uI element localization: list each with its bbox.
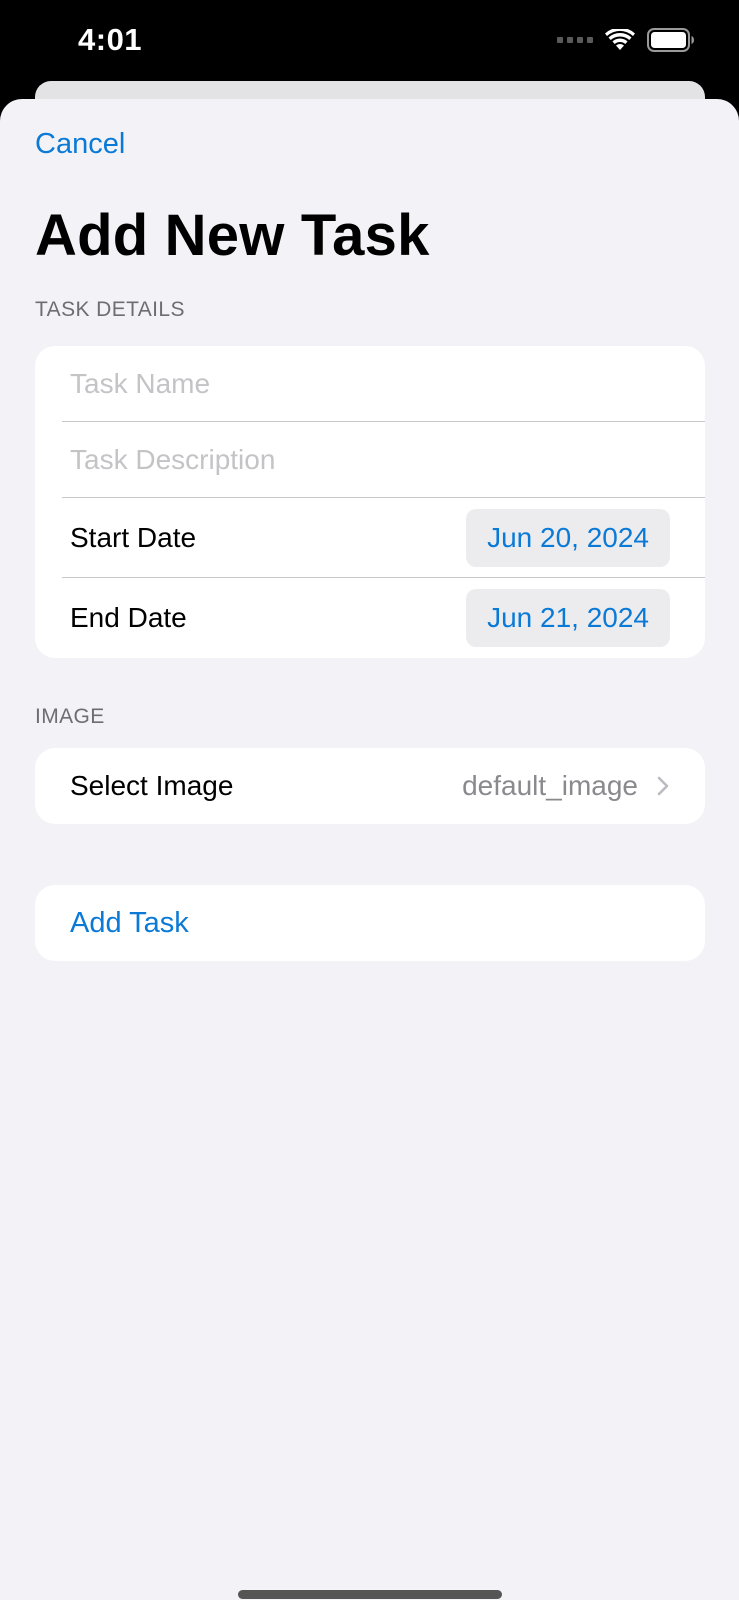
select-image-label: Select Image	[70, 770, 234, 801]
end-date-picker[interactable]: Jun 21, 2024	[466, 589, 670, 647]
start-date-label: Start Date	[70, 522, 197, 553]
start-date-row: Start Date Jun 20, 2024	[35, 498, 705, 578]
task-details-group: Start Date Jun 20, 2024 End Date Jun 21,…	[35, 346, 705, 658]
chevron-right-icon	[656, 775, 670, 797]
task-description-input[interactable]	[70, 444, 670, 476]
select-image-row[interactable]: Select Image default_image	[35, 748, 705, 824]
status-icons	[557, 28, 695, 52]
image-group: Select Image default_image	[35, 748, 705, 824]
task-name-input[interactable]	[70, 368, 670, 400]
start-date-picker[interactable]: Jun 20, 2024	[466, 509, 670, 567]
task-name-row	[35, 346, 705, 422]
battery-icon	[647, 28, 695, 52]
end-date-row: End Date Jun 21, 2024	[35, 578, 705, 658]
task-details-header: TASK DETAILS	[35, 298, 185, 321]
add-task-sheet: Cancel Add New Task TASK DETAILS Start D…	[0, 99, 739, 1600]
add-task-label: Add Task	[70, 906, 189, 939]
image-section-header: IMAGE	[35, 705, 105, 728]
select-image-value: default_image	[462, 770, 638, 801]
signal-icon	[557, 37, 593, 43]
task-description-row	[35, 422, 705, 498]
wifi-icon	[605, 29, 635, 51]
end-date-label: End Date	[70, 602, 187, 633]
status-bar: 4:01	[0, 0, 739, 82]
status-time: 4:01	[78, 22, 143, 57]
home-indicator	[238, 1590, 502, 1599]
page-title: Add New Task	[35, 203, 430, 268]
add-task-group: Add Task	[35, 885, 705, 961]
add-task-button[interactable]: Add Task	[35, 885, 705, 961]
cancel-button[interactable]: Cancel	[35, 128, 125, 161]
